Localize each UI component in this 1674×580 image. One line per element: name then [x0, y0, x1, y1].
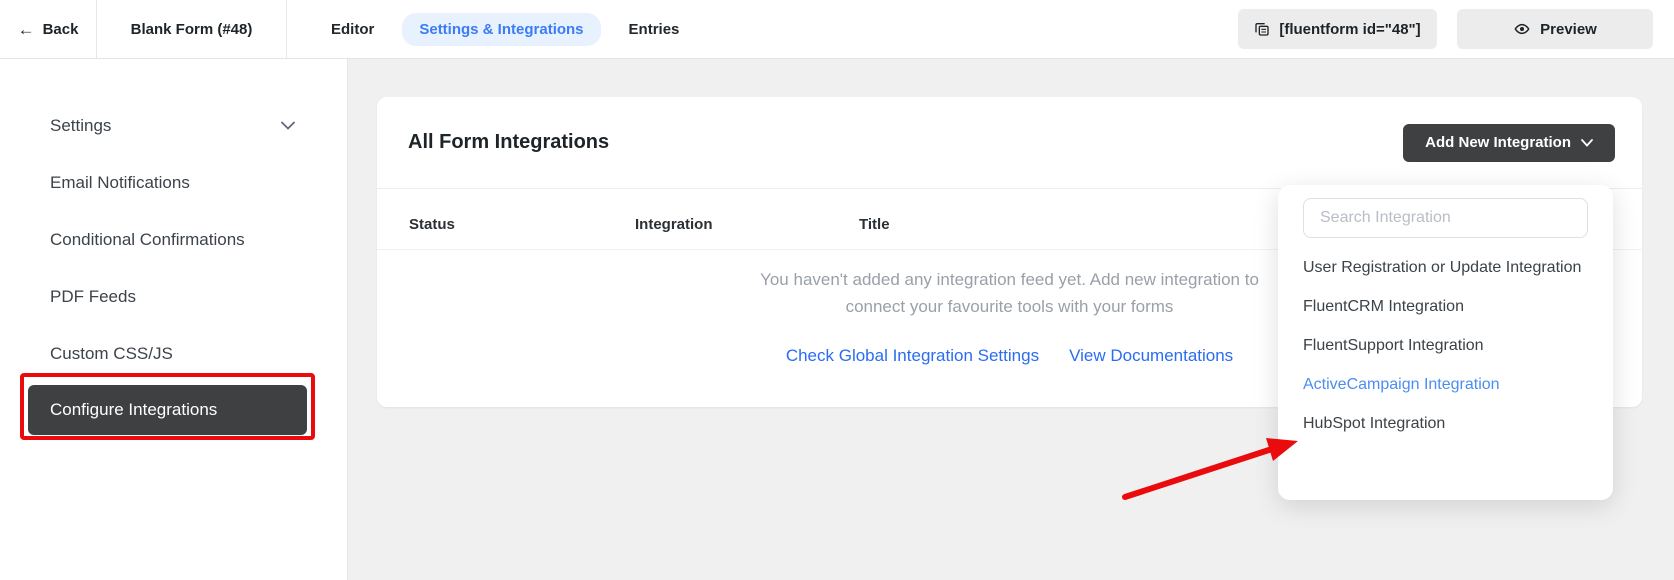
topbar-actions: [fluentform id="48"] Preview — [1238, 0, 1653, 58]
back-arrow-icon: ← — [17, 19, 35, 39]
preview-label: Preview — [1540, 20, 1597, 38]
preview-button[interactable]: Preview — [1457, 9, 1653, 49]
back-button-label: Back — [42, 20, 79, 38]
sidebar-item-label: PDF Feeds — [50, 286, 136, 306]
add-integration-dropdown: User Registration or Update Integration … — [1278, 185, 1613, 500]
dropdown-item-activecampaign[interactable]: ActiveCampaign Integration — [1303, 365, 1588, 404]
tab-entries[interactable]: Entries — [627, 13, 682, 46]
tab-editor[interactable]: Editor — [329, 13, 376, 46]
sidebar-item-label: Custom CSS/JS — [50, 343, 173, 363]
tab-bar: Editor Settings & Integrations Entries — [329, 0, 681, 58]
card-header: All Form Integrations Add New Integratio… — [377, 97, 1642, 189]
shortcode-copy-button[interactable]: [fluentform id="48"] — [1238, 9, 1437, 49]
dropdown-item-fluentcrm[interactable]: FluentCRM Integration — [1303, 287, 1588, 326]
tab-settings-integrations[interactable]: Settings & Integrations — [402, 12, 601, 46]
chevron-down-icon — [281, 121, 295, 130]
sidebar-item-label: Conditional Confirmations — [50, 229, 245, 249]
dropdown-item-fluentsupport[interactable]: FluentSupport Integration — [1303, 326, 1588, 365]
sidebar-item-conditional-confirmations[interactable]: Conditional Confirmations — [0, 211, 347, 268]
sidebar-menu: Settings Email Notifications Conditional… — [0, 59, 347, 435]
add-new-integration-button[interactable]: Add New Integration — [1403, 123, 1615, 162]
form-title: Blank Form (#48) — [97, 0, 287, 58]
top-header-bar: ← Back Blank Form (#48) Editor Settings … — [0, 0, 1674, 59]
chevron-down-icon — [1581, 138, 1593, 147]
sidebar-item-settings[interactable]: Settings — [0, 97, 347, 154]
dropdown-item-hubspot[interactable]: HubSpot Integration — [1303, 404, 1588, 443]
main-content: All Form Integrations Add New Integratio… — [348, 59, 1674, 580]
sidebar-item-label: Email Notifications — [50, 172, 190, 192]
view-documentations-link[interactable]: View Documentations — [1069, 346, 1233, 366]
back-button[interactable]: ← Back — [0, 0, 97, 58]
sidebar-item-pdf-feeds[interactable]: PDF Feeds — [0, 268, 347, 325]
copy-icon — [1254, 21, 1270, 37]
column-header-status: Status — [409, 215, 455, 233]
column-header-integration: Integration — [635, 215, 713, 233]
add-new-integration-label: Add New Integration — [1425, 134, 1571, 151]
search-integration-input[interactable] — [1303, 198, 1588, 238]
eye-icon — [1513, 21, 1531, 37]
sidebar-item-label: Settings — [50, 115, 112, 135]
integration-options-list: User Registration or Update Integration … — [1303, 248, 1588, 443]
sidebar-item-email-notifications[interactable]: Email Notifications — [0, 154, 347, 211]
dropdown-item-user-registration[interactable]: User Registration or Update Integration — [1303, 248, 1588, 287]
check-global-integration-settings-link[interactable]: Check Global Integration Settings — [786, 346, 1039, 366]
sidebar-item-label: Configure Integrations — [50, 400, 218, 419]
page-title: All Form Integrations — [408, 131, 610, 153]
sidebar-item-configure-integrations[interactable]: Configure Integrations — [28, 385, 307, 435]
settings-sidebar: Settings Email Notifications Conditional… — [0, 59, 348, 580]
sidebar-item-custom-css-js[interactable]: Custom CSS/JS — [0, 325, 347, 382]
shortcode-label: [fluentform id="48"] — [1279, 20, 1421, 38]
